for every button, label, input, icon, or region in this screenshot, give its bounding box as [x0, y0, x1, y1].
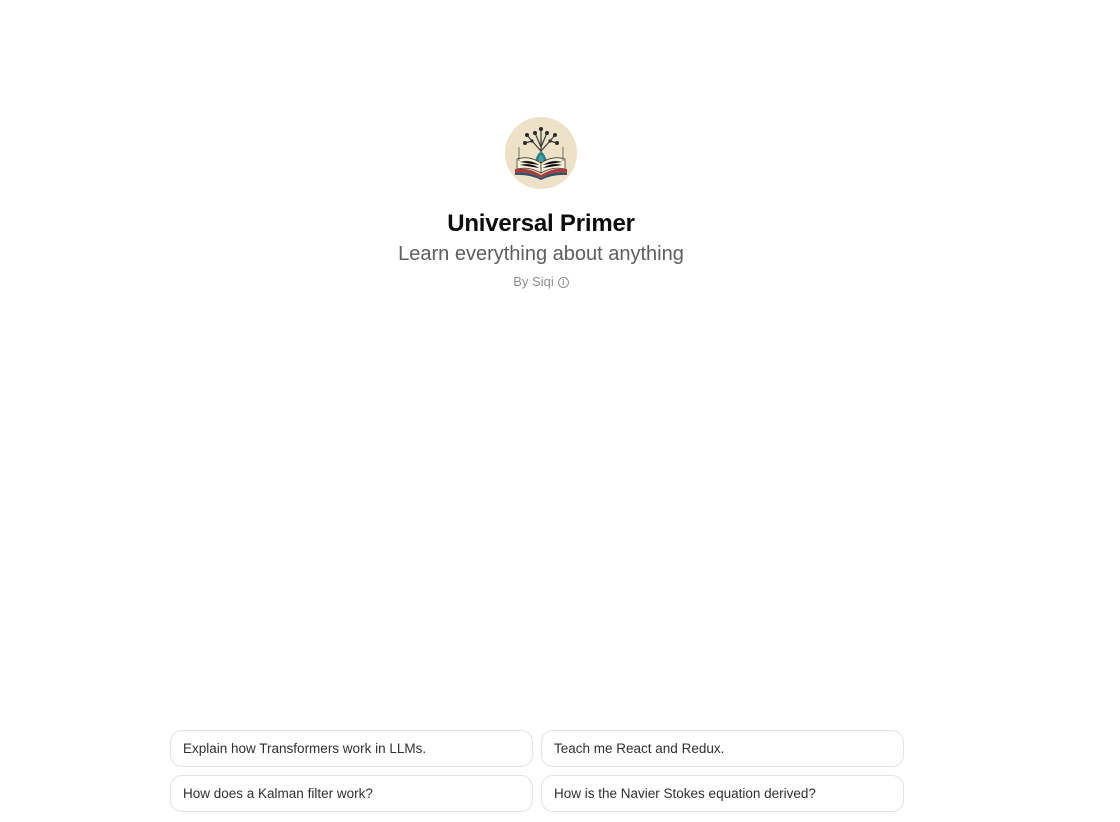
conversation-starters: Explain how Transformers work in LLMs. T…: [170, 730, 904, 812]
gpt-description: Learn everything about anything: [398, 243, 684, 265]
open-book-with-tree-icon: [505, 117, 577, 189]
gpt-header: Universal Primer Learn everything about …: [0, 117, 1082, 291]
starter-button-transformers[interactable]: Explain how Transformers work in LLMs.: [170, 730, 533, 767]
gpt-author-byline[interactable]: By Siqi i: [513, 273, 569, 291]
starter-label: Teach me React and Redux.: [554, 741, 725, 756]
starter-label: How does a Kalman filter work?: [183, 786, 373, 801]
gpt-title: Universal Primer: [447, 210, 635, 237]
starter-label: Explain how Transformers work in LLMs.: [183, 741, 427, 756]
info-icon[interactable]: i: [557, 276, 569, 288]
gpt-avatar: [505, 117, 577, 189]
starter-label: How is the Navier Stokes equation derive…: [554, 786, 816, 801]
starter-button-kalman-filter[interactable]: How does a Kalman filter work?: [170, 775, 533, 812]
starter-button-navier-stokes[interactable]: How is the Navier Stokes equation derive…: [541, 775, 904, 812]
author-label: By Siqi: [513, 274, 554, 289]
starter-button-react-redux[interactable]: Teach me React and Redux.: [541, 730, 904, 767]
